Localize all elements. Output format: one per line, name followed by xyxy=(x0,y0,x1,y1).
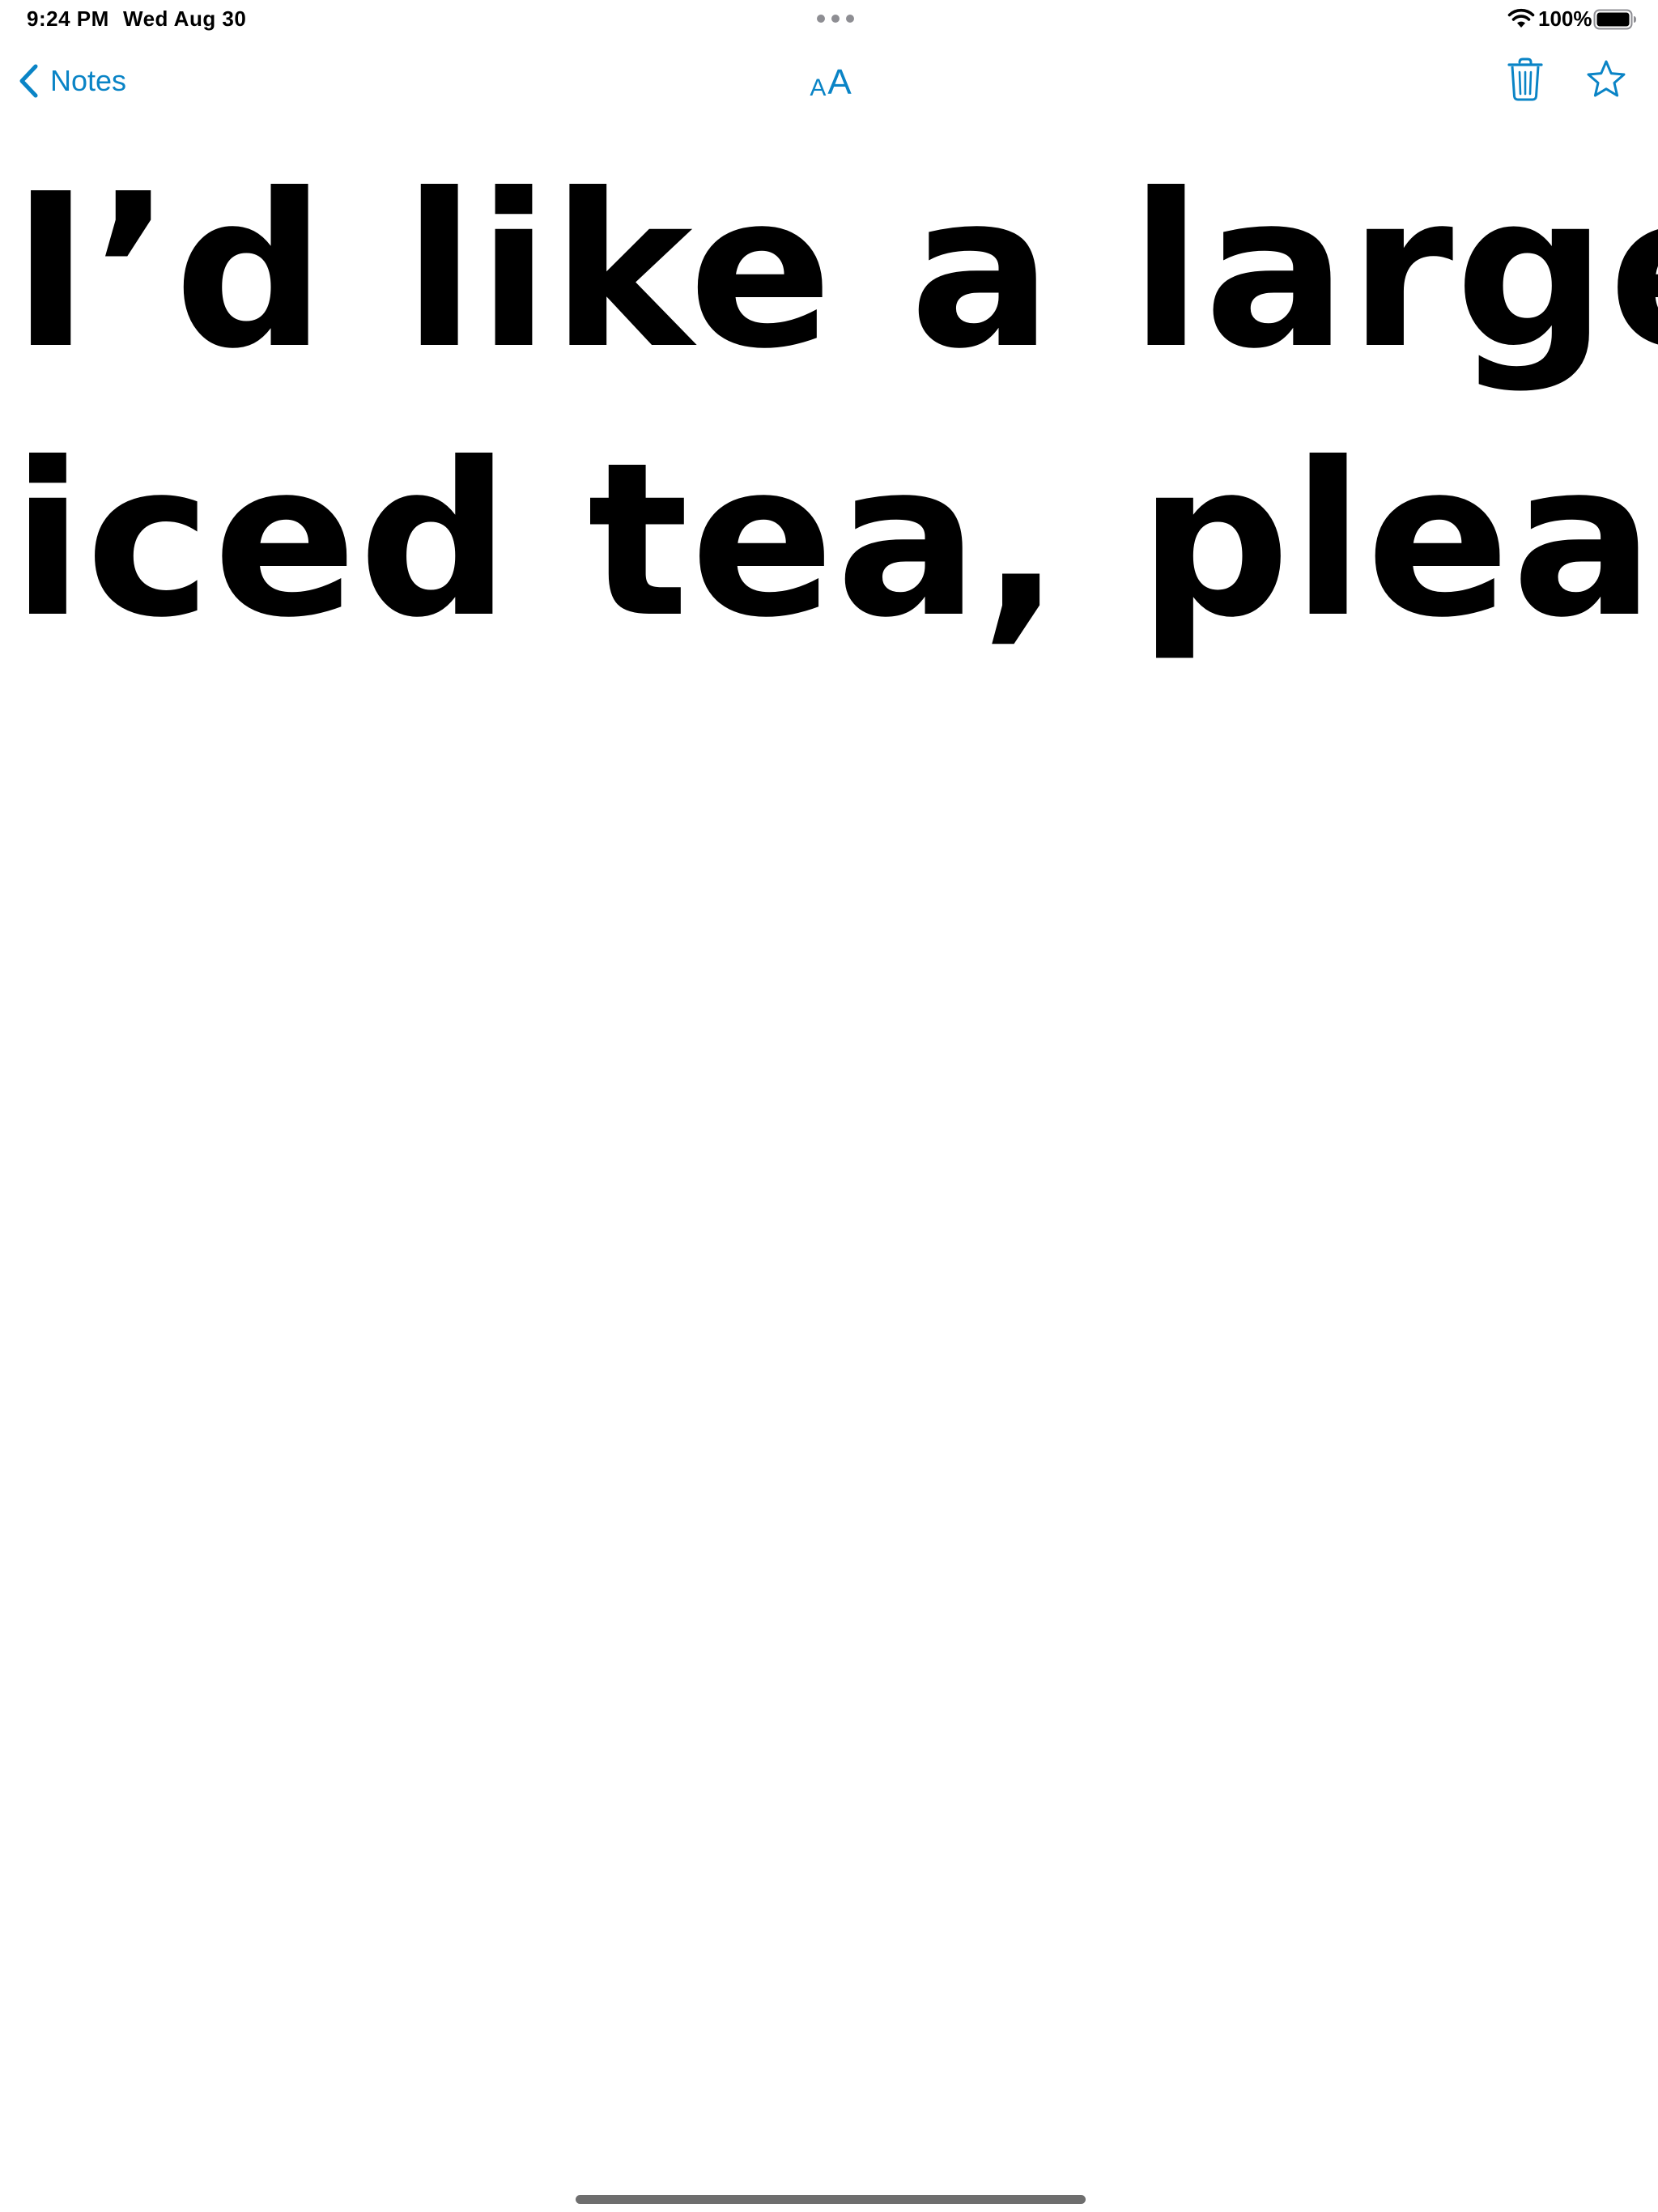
back-button-label: Notes xyxy=(50,64,127,97)
star-icon[interactable] xyxy=(1585,58,1627,100)
battery-icon xyxy=(1593,9,1636,30)
status-bar: 9:24 PM Wed Aug 30 100% xyxy=(0,0,1658,40)
note-body[interactable]: I’d like a large iced tea, please xyxy=(11,138,1658,675)
status-time: 9:24 PM xyxy=(27,6,109,31)
wifi-icon xyxy=(1507,8,1535,28)
text-size-button[interactable]: A A xyxy=(806,58,855,100)
more-dots-icon[interactable] xyxy=(816,14,855,23)
note-text-line: I’d like a large xyxy=(11,148,1658,395)
text-size-icon-small: A xyxy=(810,74,827,101)
battery-percent: 100% xyxy=(1538,6,1592,31)
home-indicator[interactable] xyxy=(576,2195,1086,2204)
back-to-notes-button[interactable]: Notes xyxy=(18,57,126,105)
note-text-line: iced tea, please xyxy=(11,417,1658,664)
text-size-icon-large: A xyxy=(827,62,852,102)
status-date: Wed Aug 30 xyxy=(123,6,247,31)
notes-screen: 9:24 PM Wed Aug 30 100% Notes A A I’d li… xyxy=(0,0,1658,2212)
trash-icon[interactable] xyxy=(1506,57,1545,102)
chevron-left-icon xyxy=(19,64,38,98)
